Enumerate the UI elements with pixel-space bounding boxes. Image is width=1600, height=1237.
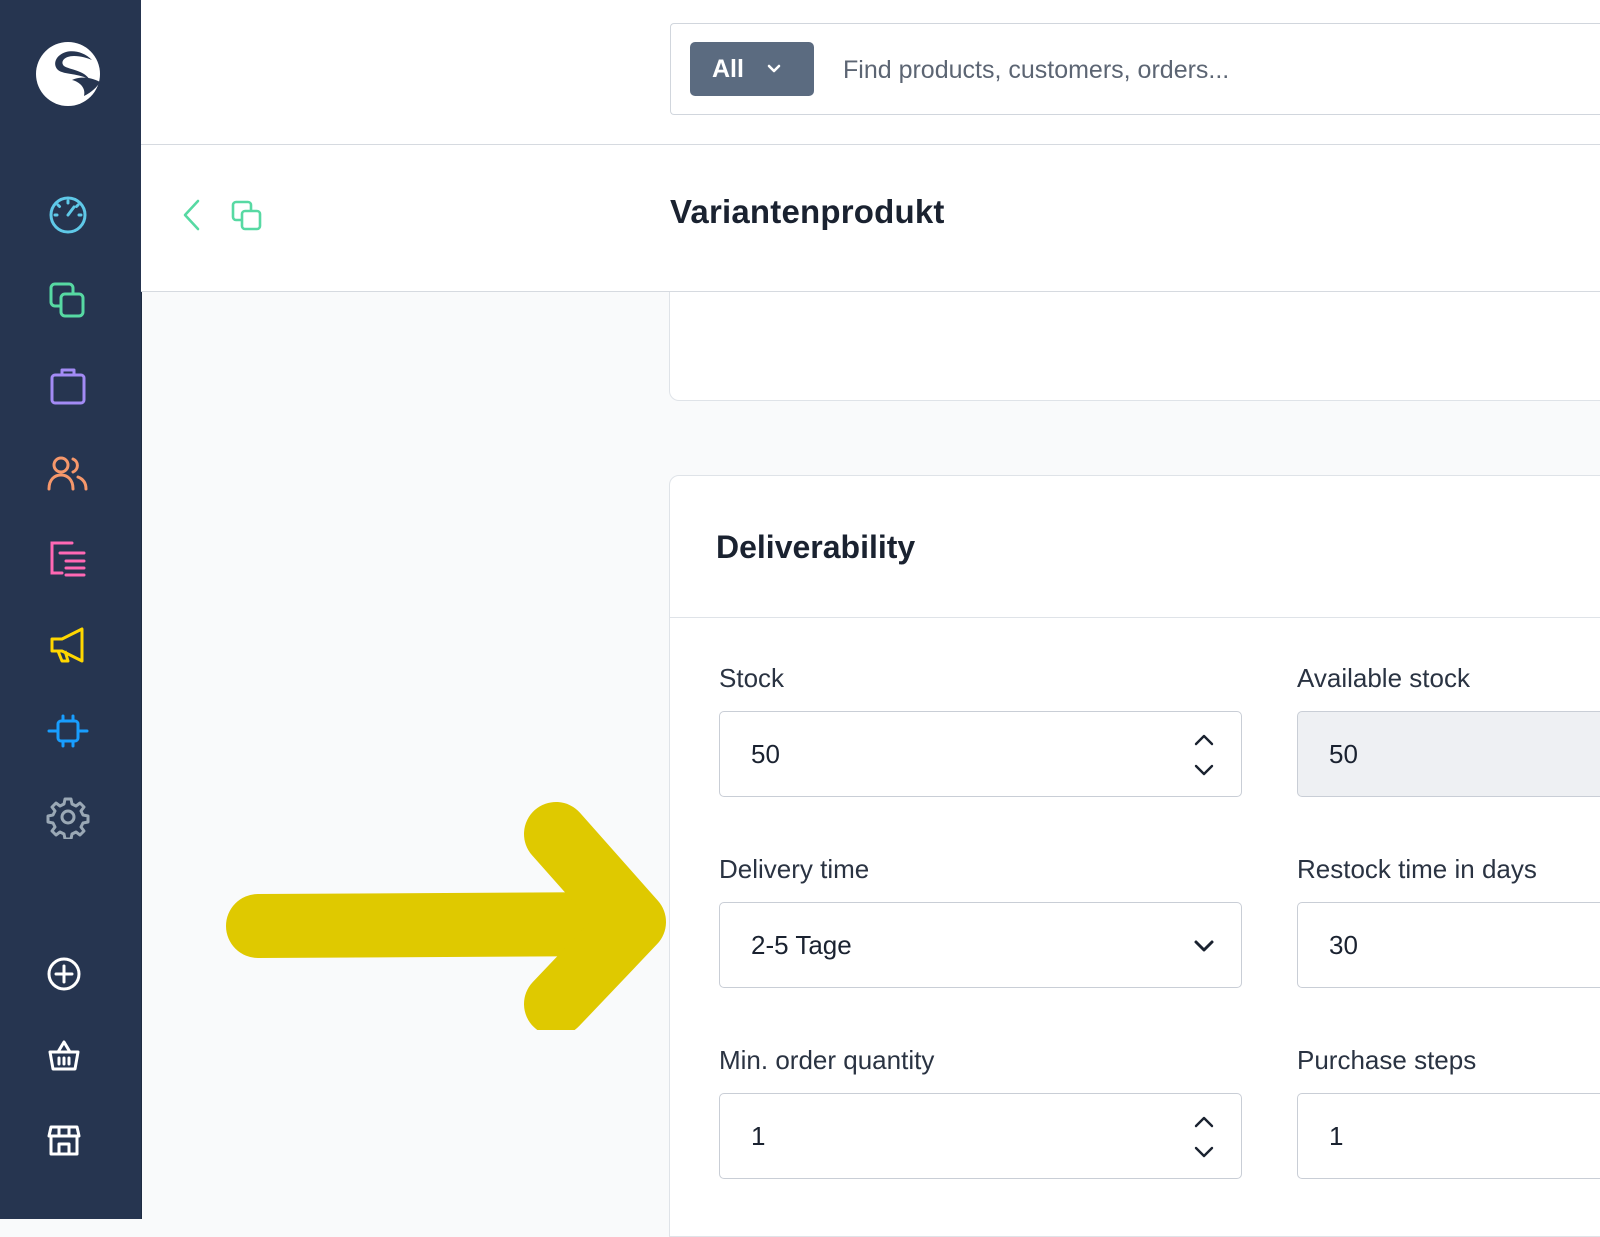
- deliverability-card: Deliverability Stock 50 Available stock …: [669, 475, 1600, 1237]
- restock-time-label: Restock time in days: [1297, 854, 1537, 884]
- purchase-steps-field[interactable]: 1: [1297, 1093, 1600, 1179]
- available-stock-field: 50: [1297, 711, 1600, 797]
- stock-stepper[interactable]: [1192, 726, 1216, 784]
- card-header: Deliverability: [670, 476, 1600, 618]
- available-stock-value: 50: [1329, 738, 1358, 769]
- stock-field[interactable]: 50: [719, 711, 1242, 797]
- card-title: Deliverability: [716, 529, 916, 565]
- catalogues-icon[interactable]: [46, 279, 90, 323]
- chevron-down-icon: [767, 64, 781, 73]
- stock-value: 50: [751, 738, 780, 769]
- min-order-quantity-stepper[interactable]: [1192, 1108, 1216, 1166]
- orders-icon[interactable]: [46, 365, 90, 409]
- chevron-down-icon: [1194, 764, 1214, 776]
- shopware-logo[interactable]: [34, 40, 102, 108]
- chevron-down-icon: [1194, 940, 1214, 952]
- extensions-icon[interactable]: [46, 709, 90, 753]
- top-search-bar: All: [141, 0, 1600, 145]
- basket-icon[interactable]: [46, 1038, 82, 1074]
- chevron-up-icon: [1194, 1116, 1214, 1128]
- marketing-icon[interactable]: [46, 623, 90, 667]
- restock-time-field[interactable]: 30: [1297, 902, 1600, 988]
- min-order-quantity-increase[interactable]: [1192, 1108, 1216, 1137]
- admin-sidebar: [0, 0, 142, 1219]
- search-input[interactable]: [841, 42, 1600, 98]
- chevron-up-icon: [1194, 734, 1214, 746]
- smart-bar: Variantenprodukt: [141, 145, 1600, 292]
- back-arrow-icon[interactable]: [180, 198, 202, 232]
- duplicate-icon[interactable]: [231, 200, 263, 232]
- stock-decrease[interactable]: [1192, 755, 1216, 784]
- search-type-label: All: [712, 54, 744, 83]
- purchase-steps-value: 1: [1329, 1120, 1344, 1151]
- search-type-select[interactable]: All: [690, 42, 814, 96]
- content-icon[interactable]: [46, 537, 90, 581]
- dashboard-icon[interactable]: [46, 193, 90, 237]
- page-title: Variantenprodukt: [670, 193, 945, 230]
- delivery-time-select[interactable]: 2-5 Tage: [719, 902, 1242, 988]
- add-icon[interactable]: [46, 956, 82, 992]
- min-order-quantity-value: 1: [751, 1120, 766, 1151]
- previous-card: [669, 292, 1600, 401]
- global-search: All: [670, 23, 1600, 115]
- available-stock-label: Available stock: [1297, 663, 1470, 693]
- min-order-quantity-label: Min. order quantity: [719, 1045, 935, 1075]
- settings-icon[interactable]: [46, 795, 90, 841]
- stock-increase[interactable]: [1192, 726, 1216, 755]
- stock-label: Stock: [719, 663, 785, 693]
- purchase-steps-label: Purchase steps: [1297, 1045, 1477, 1075]
- storefront-icon[interactable]: [46, 1122, 82, 1158]
- restock-time-value: 30: [1329, 929, 1358, 960]
- delivery-time-label: Delivery time: [719, 854, 870, 884]
- annotation-arrow-icon: [226, 802, 666, 1030]
- customers-icon[interactable]: [46, 451, 90, 495]
- min-order-quantity-decrease[interactable]: [1192, 1137, 1216, 1166]
- chevron-down-icon: [1194, 1146, 1214, 1158]
- delivery-time-value: 2-5 Tage: [751, 929, 852, 960]
- min-order-quantity-field[interactable]: 1: [719, 1093, 1242, 1179]
